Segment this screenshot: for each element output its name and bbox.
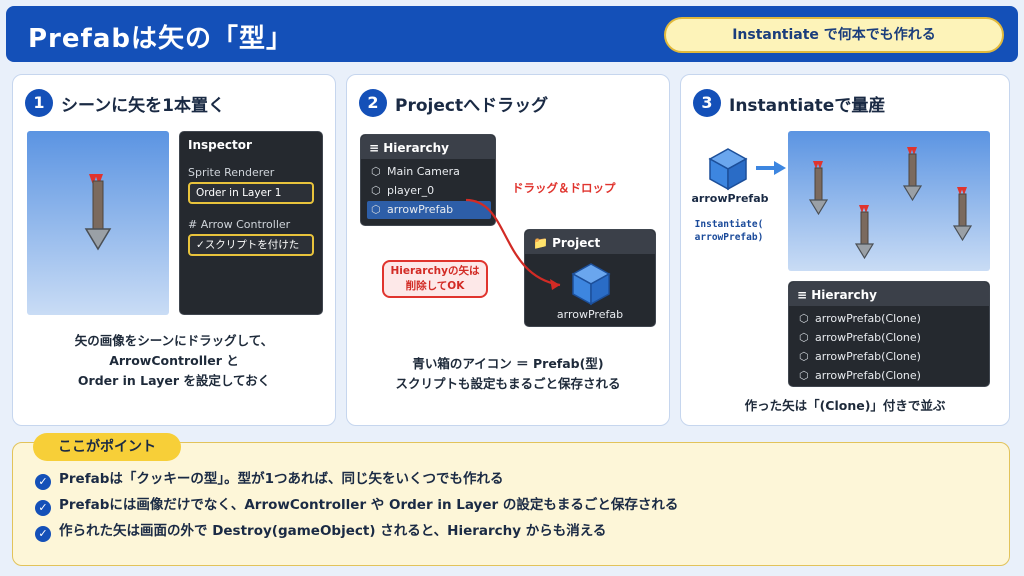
hierarchy-item-clone[interactable]: ⬡ arrowPrefab(Clone) xyxy=(795,348,985,366)
hexagon-icon: ⬡ xyxy=(371,165,381,178)
instantiate-code: Instantiate( arrowPrefab) xyxy=(694,219,764,243)
check-icon: ✓ xyxy=(35,526,51,542)
hierarchy-title: ≡ Hierarchy xyxy=(369,141,449,155)
step-number: 3 xyxy=(693,89,721,117)
arrow-icon xyxy=(84,174,112,251)
key-point-item: ✓ Prefabは「クッキーの型」。型が1つあれば、同じ矢をいくつでも作れる xyxy=(35,467,504,490)
project-panel: 📁 Project arrowPrefab xyxy=(524,229,656,327)
inspector-panel: Inspector Sprite Renderer Order in Layer… xyxy=(179,131,323,315)
arrow-controller-label: # Arrow Controller xyxy=(188,218,291,231)
delete-note: Hierarchyの矢は 削除してOK xyxy=(382,260,488,298)
step-title: シーンに矢を1本置く xyxy=(61,96,225,116)
hexagon-icon: ⬡ xyxy=(371,184,381,197)
check-icon: ✓ xyxy=(35,474,51,490)
hexagon-icon: ⬡ xyxy=(799,312,809,325)
cube-icon[interactable] xyxy=(571,262,611,306)
step-title: Projectへドラッグ xyxy=(395,96,549,116)
header-badge: Instantiate で何本でも作れる xyxy=(664,17,1004,53)
hierarchy-item-arrow-prefab[interactable]: ⬡ arrowPrefab xyxy=(367,201,491,219)
inspector-title: Inspector xyxy=(188,138,252,152)
key-point-item: ✓ 作られた矢は画面の外で Destroy(gameObject) されると、Hi… xyxy=(35,519,606,542)
check-icon: ✓ xyxy=(35,500,51,516)
cube-icon xyxy=(708,148,748,191)
hierarchy-title: ≡ Hierarchy xyxy=(797,288,877,302)
hexagon-icon: ⬡ xyxy=(799,369,809,382)
right-arrow-icon xyxy=(756,161,786,175)
drag-drop-label: ドラッグ＆ドロップ xyxy=(512,181,616,195)
header-bar: Prefabは矢の「型」 Instantiate で何本でも作れる xyxy=(6,6,1018,62)
hierarchy-item-main-camera[interactable]: ⬡ Main Camera xyxy=(367,163,491,181)
hierarchy-item-clone[interactable]: ⬡ arrowPrefab(Clone) xyxy=(795,310,985,328)
hierarchy-panel: ≡ Hierarchy ⬡ Main Camera ⬡ player_0 ⬡ arro… xyxy=(360,134,496,226)
key-point-item: ✓ Prefabには画像だけでなく、ArrowController や Order… xyxy=(35,493,678,516)
sprite-renderer-label: Sprite Renderer xyxy=(188,166,275,179)
order-in-layer-field[interactable]: Order in Layer 1 xyxy=(188,182,314,204)
hierarchy-item-clone[interactable]: ⬡ arrowPrefab(Clone) xyxy=(795,367,985,385)
key-points-box: ここがポイント ✓ Prefabは「クッキーの型」。型が1つあれば、同じ矢をいくつ… xyxy=(12,433,1010,566)
step-caption: 作った矢は「(Clone)」付きで並ぶ xyxy=(744,398,946,413)
step-caption: 青い箱のアイコン ＝ Prefab(型) スクリプトも設定もまるごと保存される xyxy=(395,356,621,391)
hierarchy-item-player[interactable]: ⬡ player_0 xyxy=(367,182,491,200)
scene-view-clones xyxy=(788,131,990,271)
project-item-label: arrowPrefab xyxy=(556,308,624,321)
project-title: 📁 Project xyxy=(533,236,601,250)
clone-hierarchy-panel: ≡ Hierarchy ⬡ arrowPrefab(Clone) ⬡ arrowPr… xyxy=(788,281,990,387)
page-title: Prefabは矢の「型」 xyxy=(28,24,293,54)
step-number: 2 xyxy=(359,89,387,117)
hexagon-icon: ⬡ xyxy=(799,331,809,344)
hierarchy-item-clone[interactable]: ⬡ arrowPrefab(Clone) xyxy=(795,329,985,347)
step-title: Instantiateで量産 xyxy=(729,96,886,116)
step-caption: 矢の画像をシーンにドラッグして、 ArrowController と Order… xyxy=(74,333,274,388)
arrow-icon xyxy=(808,147,973,260)
script-field[interactable]: ✓スクリプトを付けた xyxy=(188,234,314,256)
scene-view xyxy=(27,131,169,315)
prefab-label: arrowPrefab xyxy=(691,192,769,205)
hexagon-icon: ⬡ xyxy=(799,350,809,363)
step-card-1: 1 シーンに矢を1本置く Inspector Sprite Renderer O… xyxy=(12,74,336,426)
step-number: 1 xyxy=(25,89,53,117)
key-points-title: ここがポイント xyxy=(33,433,181,461)
hexagon-icon: ⬡ xyxy=(371,203,381,216)
